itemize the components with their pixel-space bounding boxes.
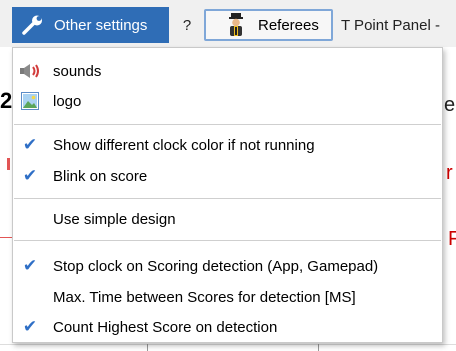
menu-item-label: Count Highest Score on detection bbox=[53, 318, 278, 336]
menu-item-label: Show different clock color if not runnin… bbox=[53, 136, 315, 154]
menu-item-stop-clock-on-scoring-detection[interactable]: ✔ Stop clock on Scoring detection (App, … bbox=[13, 251, 442, 281]
checkmark-icon: ✔ bbox=[22, 317, 38, 336]
menu-item-label: Stop clock on Scoring detection (App, Ga… bbox=[53, 257, 379, 275]
background-score-digit: 2 bbox=[0, 88, 13, 113]
background-divider bbox=[318, 344, 319, 351]
other-settings-label: Other settings bbox=[54, 16, 148, 34]
background-divider bbox=[0, 344, 456, 345]
app-window: Other settings ? Referees T Point Panel … bbox=[0, 0, 456, 351]
checkmark-icon: ✔ bbox=[22, 256, 38, 275]
menu-item-label: sounds bbox=[53, 62, 102, 80]
background-text-fragment: e bbox=[444, 94, 456, 116]
menu-separator bbox=[14, 124, 441, 125]
background-text-fragment: F bbox=[448, 228, 456, 250]
menu-item-sounds[interactable]: sounds bbox=[13, 56, 442, 86]
menu-item-logo[interactable]: logo bbox=[13, 86, 442, 116]
menu-item-show-different-clock-color[interactable]: ✔ Show different clock color if not runn… bbox=[13, 130, 442, 160]
other-settings-menu[interactable]: Other settings bbox=[12, 7, 169, 43]
referee-icon bbox=[226, 13, 246, 37]
help-menu[interactable]: ? bbox=[176, 7, 198, 43]
background-divider bbox=[7, 158, 10, 170]
menu-item-max-time-between-scores[interactable]: Max. Time between Scores for detection [… bbox=[13, 282, 442, 312]
speaker-icon bbox=[19, 60, 41, 82]
checkmark-icon: ✔ bbox=[22, 135, 38, 154]
background-divider bbox=[147, 344, 148, 351]
menu-item-label: Use simple design bbox=[53, 210, 176, 228]
menu-item-blink-on-score[interactable]: ✔ Blink on score bbox=[13, 161, 442, 191]
panel-title: T Point Panel - bbox=[341, 16, 440, 34]
background-divider bbox=[0, 237, 12, 238]
toolbar: Other settings ? Referees T Point Panel … bbox=[0, 0, 456, 47]
wrench-icon bbox=[20, 14, 46, 36]
checkmark-icon: ✔ bbox=[22, 166, 38, 185]
menu-item-label: Blink on score bbox=[53, 167, 148, 185]
other-settings-dropdown: sounds logo ✔ Show different clock color… bbox=[12, 47, 443, 343]
menu-item-count-highest-score[interactable]: ✔ Count Highest Score on detection bbox=[13, 312, 442, 342]
menu-separator bbox=[14, 198, 441, 199]
menu-item-label: Max. Time between Scores for detection [… bbox=[53, 288, 356, 306]
referees-button[interactable]: Referees bbox=[204, 9, 333, 41]
menu-separator bbox=[14, 240, 441, 241]
referees-label: Referees bbox=[258, 16, 319, 34]
menu-item-use-simple-design[interactable]: Use simple design bbox=[13, 204, 442, 234]
image-icon bbox=[19, 90, 41, 112]
menu-item-label: logo bbox=[53, 92, 82, 110]
background-text-fragment: r bbox=[446, 162, 453, 184]
